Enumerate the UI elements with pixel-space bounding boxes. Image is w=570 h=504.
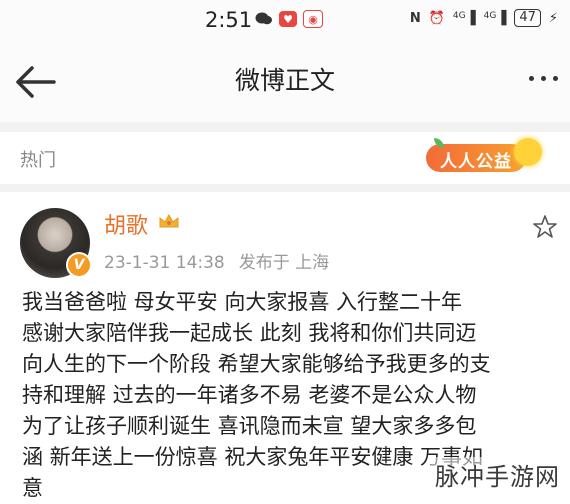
red-app-icon: ♥ xyxy=(279,11,297,27)
signal-1: 4G▐ xyxy=(452,10,476,26)
status-bar: 2:51 ♥ ◉ N ⏰ 4G▐ 4G▐ 47 ⚡ xyxy=(0,0,570,40)
content-line: 持和理解 过去的一年诸多不易 老婆不是公众人物 xyxy=(22,383,477,407)
alarm-icon: ⏰ xyxy=(428,10,445,26)
hot-row: 热门 人人公益 xyxy=(0,132,570,184)
favorite-star-icon[interactable] xyxy=(532,214,558,240)
watermark: 脉冲手游网 xyxy=(431,457,564,492)
charging-icon: ⚡ xyxy=(548,10,558,26)
nfc-icon: N xyxy=(409,10,421,26)
content-line: 向人生的下一个阶段 希望大家能够给予我更多的支 xyxy=(22,352,491,376)
post-date: 23-1-31 14:38 xyxy=(104,253,225,273)
content-line: 为了让孩子顺利诞生 喜讯隐而未宣 望大家多多包 xyxy=(22,414,477,438)
charity-badge[interactable]: 人人公益 xyxy=(426,138,542,174)
signal-2: 4G▐ xyxy=(483,10,507,26)
battery-indicator: 47 xyxy=(514,9,541,27)
author-name[interactable]: 胡歌 xyxy=(104,208,148,240)
content-line: 我当爸爸啦 母女平安 向大家报喜 入行整二十年 xyxy=(22,290,463,314)
post-meta: 23-1-31 14:38 发布于 上海 xyxy=(104,248,343,273)
more-options-icon[interactable] xyxy=(529,76,558,81)
page-title: 微博正文 xyxy=(234,66,335,95)
post-card: V 胡歌 23-1-31 14:38 发布于 上海 我当爸爸啦 母女平安 向大家报… xyxy=(0,192,570,500)
divider xyxy=(0,122,570,132)
post-location: 发布于 上海 xyxy=(238,253,330,273)
hot-label: 热门 xyxy=(20,150,56,171)
status-right: N ⏰ 4G▐ 4G▐ 47 ⚡ xyxy=(410,9,558,27)
sun-icon xyxy=(514,138,542,166)
content-line: 感谢大家陪伴我一起成长 此刻 我将和你们共同迈 xyxy=(22,321,477,345)
status-time: 2:51 xyxy=(205,8,253,32)
notification-icons: ♥ ◉ xyxy=(255,10,323,28)
chat-app-icon xyxy=(255,11,273,27)
weibo-app-icon: ◉ xyxy=(303,10,323,28)
badge-text: 人人公益 xyxy=(440,152,512,172)
verified-badge: V xyxy=(66,252,92,278)
crown-icon xyxy=(159,213,179,228)
divider xyxy=(0,184,570,192)
